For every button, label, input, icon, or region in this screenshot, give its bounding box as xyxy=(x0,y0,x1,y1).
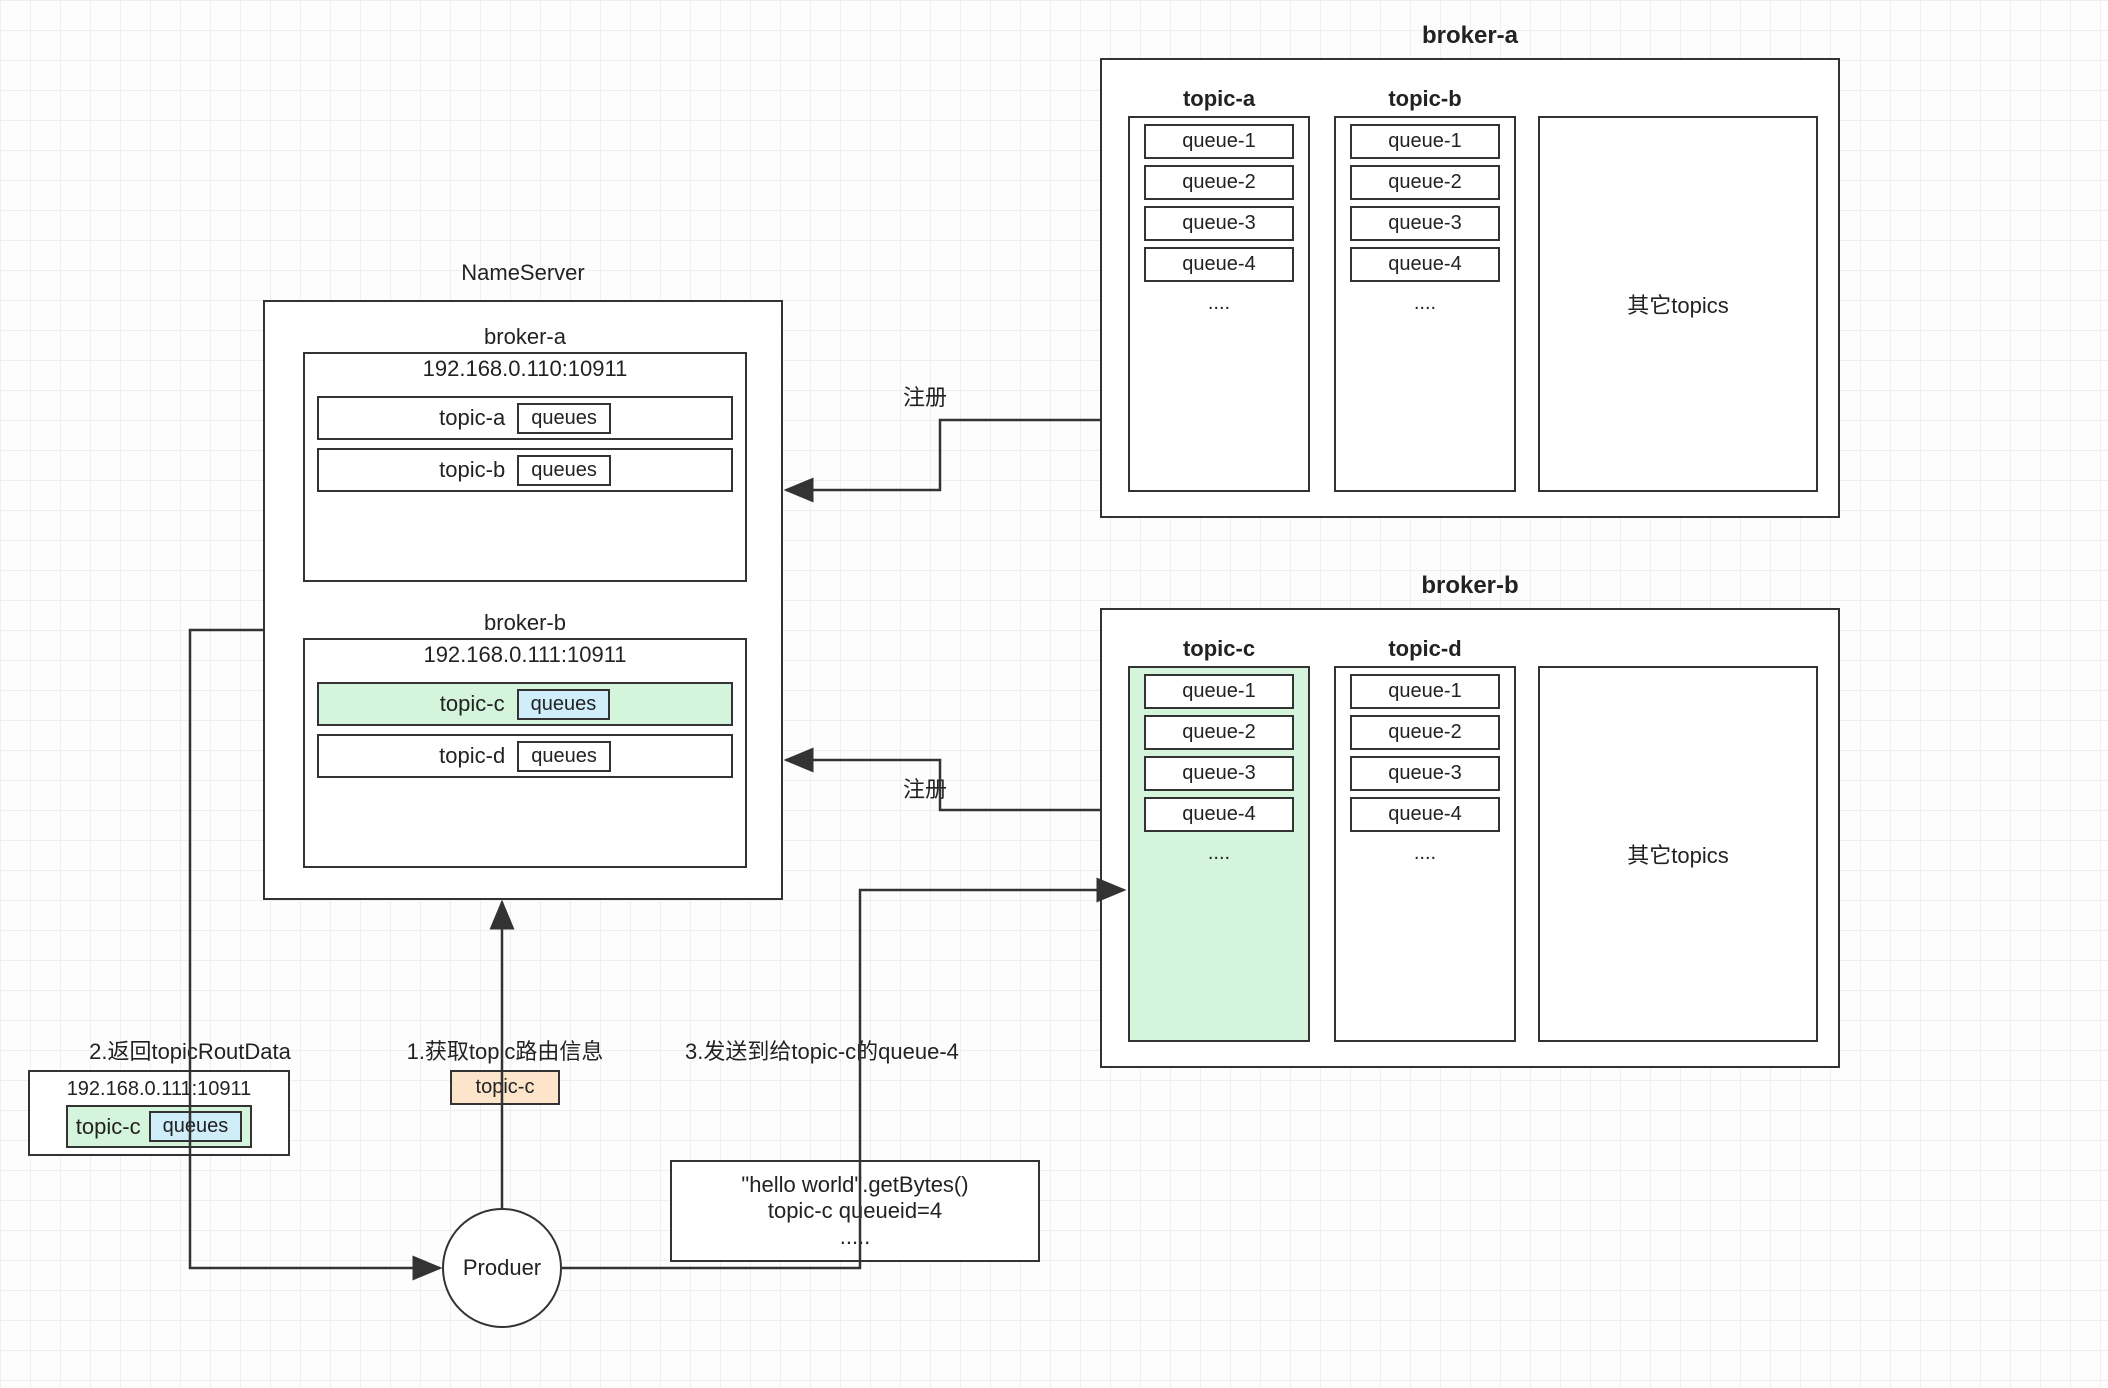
broker-b-topic-c-queue-2: queue-2 xyxy=(1144,715,1294,750)
ns-topic-b-label: topic-b xyxy=(439,457,505,483)
ns-broker-a: broker-a 192.168.0.110:10911 topic-a que… xyxy=(303,352,747,582)
ns-broker-b-name: broker-b xyxy=(305,604,745,638)
step2-label: 2.返回topicRoutData xyxy=(60,1034,320,1066)
broker-b-topic-c: topic-c queue-1 queue-2 queue-3 queue-4 … xyxy=(1128,666,1310,1042)
step2-return-box: 192.168.0.111:10911 topic-c queues xyxy=(28,1070,290,1156)
register-a-label: 注册 xyxy=(880,380,970,412)
broker-b-title: broker-b xyxy=(1100,572,1840,600)
broker-a-title: broker-a xyxy=(1100,22,1840,50)
ns-topic-d-label: topic-d xyxy=(439,743,505,769)
broker-b-box: topic-c queue-1 queue-2 queue-3 queue-4 … xyxy=(1100,608,1840,1068)
broker-a-topic-a-ellipsis: .... xyxy=(1130,288,1308,319)
ns-topic-a-row: topic-a queues xyxy=(317,396,733,440)
ns-broker-a-name: broker-a xyxy=(305,318,745,352)
message-box: "hello world".getBytes() topic-c queueid… xyxy=(670,1160,1040,1262)
ns-topic-c-row: topic-c queues xyxy=(317,682,733,726)
ns-topic-d-row: topic-d queues xyxy=(317,734,733,778)
step1-label: 1.获取topic路由信息 xyxy=(375,1034,635,1066)
step2-return-ip: 192.168.0.111:10911 xyxy=(38,1078,280,1101)
broker-a-topic-b-ellipsis: .... xyxy=(1336,288,1514,319)
ns-topic-a-label: topic-a xyxy=(439,405,505,431)
broker-b-topic-d-queue-2: queue-2 xyxy=(1350,715,1500,750)
ns-topic-b-queues: queues xyxy=(517,455,611,486)
broker-a-box: topic-a queue-1 queue-2 queue-3 queue-4 … xyxy=(1100,58,1840,518)
ns-topic-c-label: topic-c xyxy=(440,691,505,717)
broker-b-topic-c-queue-4: queue-4 xyxy=(1144,797,1294,832)
broker-a-topic-a-queue-2: queue-2 xyxy=(1144,165,1294,200)
broker-b-topic-d-queue-1: queue-1 xyxy=(1350,674,1500,709)
ns-topic-b-row: topic-b queues xyxy=(317,448,733,492)
ns-topic-d-queues: queues xyxy=(517,741,611,772)
ns-broker-b-ip: 192.168.0.111:10911 xyxy=(305,640,745,674)
step2-return-queues: queues xyxy=(149,1111,243,1142)
register-b-label: 注册 xyxy=(880,772,970,804)
broker-a-topic-b-queue-1: queue-1 xyxy=(1350,124,1500,159)
broker-b-topic-d-title: topic-d xyxy=(1336,628,1514,666)
broker-b-topic-d: topic-d queue-1 queue-2 queue-3 queue-4 … xyxy=(1334,666,1516,1042)
broker-b-other-topics: 其它topics xyxy=(1538,666,1818,1042)
broker-a-topic-a-queue-4: queue-4 xyxy=(1144,247,1294,282)
broker-a-topic-b-queue-4: queue-4 xyxy=(1350,247,1500,282)
broker-b-topic-d-queue-3: queue-3 xyxy=(1350,756,1500,791)
message-line2: topic-c queueid=4 xyxy=(686,1198,1024,1224)
broker-a-topic-a: topic-a queue-1 queue-2 queue-3 queue-4 … xyxy=(1128,116,1310,492)
broker-a-topic-b: topic-b queue-1 queue-2 queue-3 queue-4 … xyxy=(1334,116,1516,492)
broker-b-topic-c-queue-3: queue-3 xyxy=(1144,756,1294,791)
message-line1: "hello world".getBytes() xyxy=(686,1172,1024,1198)
broker-a-topic-a-queue-1: queue-1 xyxy=(1144,124,1294,159)
broker-b-topic-c-ellipsis: .... xyxy=(1130,838,1308,869)
ns-topic-c-queues: queues xyxy=(517,689,611,720)
broker-a-topic-a-queue-3: queue-3 xyxy=(1144,206,1294,241)
broker-b-topic-c-queue-1: queue-1 xyxy=(1144,674,1294,709)
broker-a-topic-b-title: topic-b xyxy=(1336,78,1514,116)
producer-node: Produer xyxy=(442,1208,562,1328)
broker-a-topic-b-queue-2: queue-2 xyxy=(1350,165,1500,200)
nameserver-title: NameServer xyxy=(263,260,783,286)
broker-b-topic-d-queue-4: queue-4 xyxy=(1350,797,1500,832)
step2-return-row: topic-c queues xyxy=(66,1105,252,1148)
broker-a-topic-b-queue-3: queue-3 xyxy=(1350,206,1500,241)
step3-label: 3.发送到给topic-c的queue-4 xyxy=(685,1034,1055,1066)
step2-return-topic: topic-c xyxy=(76,1114,141,1140)
broker-b-topic-d-ellipsis: .... xyxy=(1336,838,1514,869)
message-line3: ..... xyxy=(686,1224,1024,1250)
nameserver-box: broker-a 192.168.0.110:10911 topic-a que… xyxy=(263,300,783,900)
ns-topic-a-queues: queues xyxy=(517,403,611,434)
step1-topic-badge: topic-c xyxy=(450,1070,560,1105)
ns-broker-a-ip: 192.168.0.110:10911 xyxy=(305,354,745,388)
broker-a-topic-a-title: topic-a xyxy=(1130,78,1308,116)
broker-b-topic-c-title: topic-c xyxy=(1130,628,1308,666)
ns-broker-b: broker-b 192.168.0.111:10911 topic-c que… xyxy=(303,638,747,868)
broker-a-other-topics: 其它topics xyxy=(1538,116,1818,492)
